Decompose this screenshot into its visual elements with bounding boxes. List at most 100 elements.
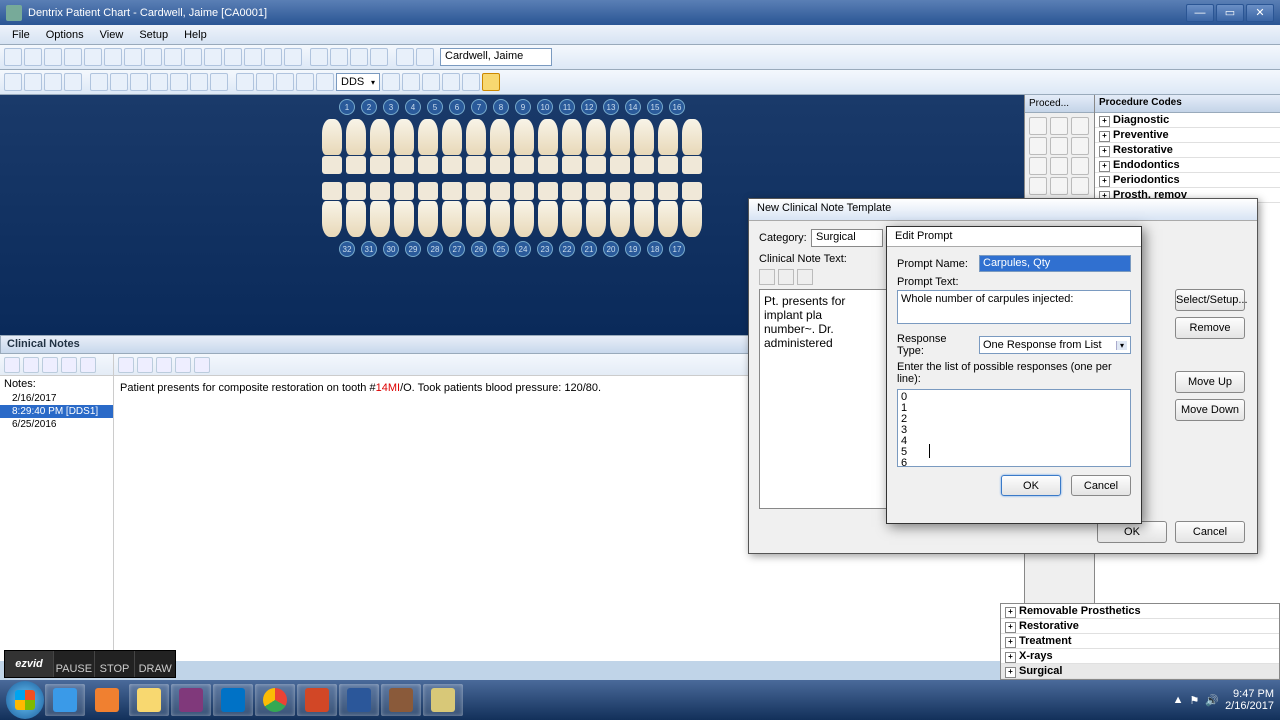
taskbar-app-icon[interactable] <box>381 684 421 716</box>
category-item[interactable]: Restorative <box>1001 619 1279 634</box>
proc-icon[interactable] <box>1029 157 1047 175</box>
tooth[interactable] <box>418 119 438 155</box>
tooth-surface[interactable] <box>514 156 534 174</box>
tooth[interactable] <box>634 119 654 155</box>
note-tool-icon[interactable] <box>80 357 96 373</box>
tooth-surface[interactable] <box>322 156 342 174</box>
menu-options[interactable]: Options <box>38 27 92 43</box>
tooth-number[interactable]: 1 <box>339 99 355 115</box>
tooth-number[interactable]: 27 <box>449 241 465 257</box>
tooth[interactable] <box>514 119 534 155</box>
tool-icon[interactable] <box>204 48 222 66</box>
tool-icon[interactable] <box>402 73 420 91</box>
tooth[interactable] <box>586 201 606 237</box>
tool-icon[interactable] <box>382 73 400 91</box>
taskbar-explorer-icon[interactable] <box>129 684 169 716</box>
tooth-surface[interactable] <box>562 156 582 174</box>
tooth-number[interactable]: 16 <box>669 99 685 115</box>
tray-icon[interactable]: 🔊 <box>1205 694 1219 707</box>
response-list-input[interactable]: 0 1 2 3 4 5 6 <box>897 389 1131 467</box>
tool-icon[interactable] <box>84 48 102 66</box>
proc-icon[interactable] <box>1029 117 1047 135</box>
proc-icon[interactable] <box>1029 177 1047 195</box>
tooth-surface[interactable] <box>370 156 390 174</box>
tool-icon[interactable] <box>4 48 22 66</box>
tooth[interactable] <box>346 201 366 237</box>
tooth-number[interactable]: 17 <box>669 241 685 257</box>
tooth-number[interactable]: 2 <box>361 99 377 115</box>
tooth[interactable] <box>466 201 486 237</box>
prompt-name-input[interactable]: Carpules, Qty <box>979 255 1131 272</box>
tooth-number[interactable]: 9 <box>515 99 531 115</box>
tooth-surface[interactable] <box>322 182 342 200</box>
tooth-surface[interactable] <box>490 182 510 200</box>
tool-icon[interactable] <box>310 48 328 66</box>
tooth-number[interactable]: 24 <box>515 241 531 257</box>
tooth[interactable] <box>682 119 702 155</box>
tooth-surface[interactable] <box>586 182 606 200</box>
note-time-selected[interactable]: 8:29:40 PM [DDS1] <box>0 405 113 418</box>
tooth-number[interactable]: 19 <box>625 241 641 257</box>
tooth-surface[interactable] <box>514 182 534 200</box>
tooth-surface[interactable] <box>658 182 678 200</box>
tool-icon[interactable] <box>330 48 348 66</box>
recorder-pause[interactable]: PAUSE <box>53 651 94 677</box>
tooth-surface[interactable] <box>610 156 630 174</box>
tooth-surface[interactable] <box>466 156 486 174</box>
tool-icon[interactable] <box>110 73 128 91</box>
tool-icon[interactable] <box>164 48 182 66</box>
note-tool-icon[interactable] <box>118 357 134 373</box>
tooth[interactable] <box>370 119 390 155</box>
tooth[interactable] <box>658 201 678 237</box>
close-button[interactable]: ✕ <box>1246 4 1274 22</box>
tool-icon[interactable] <box>316 73 334 91</box>
menu-help[interactable]: Help <box>176 27 215 43</box>
clock[interactable]: 9:47 PM 2/16/2017 <box>1225 688 1274 712</box>
tooth-surface[interactable] <box>442 156 462 174</box>
tooth[interactable] <box>466 119 486 155</box>
tooth-surface[interactable] <box>394 156 414 174</box>
tooth-surface[interactable] <box>346 182 366 200</box>
proc-icon[interactable] <box>1050 157 1068 175</box>
tooth-surface[interactable] <box>610 182 630 200</box>
tooth-number[interactable]: 23 <box>537 241 553 257</box>
tool-icon[interactable] <box>236 73 254 91</box>
prompt-cancel-button[interactable]: Cancel <box>1071 475 1131 496</box>
tooth[interactable] <box>370 201 390 237</box>
tool-icon[interactable] <box>416 48 434 66</box>
response-type-select[interactable]: One Response from List <box>979 336 1131 354</box>
tooth[interactable] <box>418 201 438 237</box>
maximize-button[interactable]: ▭ <box>1216 4 1244 22</box>
tooth-surface[interactable] <box>466 182 486 200</box>
recorder-draw[interactable]: DRAW <box>134 651 175 677</box>
tooth-surface[interactable] <box>418 182 438 200</box>
tool-icon[interactable] <box>104 48 122 66</box>
tool-icon[interactable] <box>130 73 148 91</box>
tooth-number[interactable]: 6 <box>449 99 465 115</box>
tooth-number[interactable]: 21 <box>581 241 597 257</box>
prompt-text-input[interactable]: Whole number of carpules injected: <box>897 290 1131 324</box>
tool-icon[interactable] <box>24 48 42 66</box>
tooth[interactable] <box>658 119 678 155</box>
tool-icon[interactable] <box>244 48 262 66</box>
tool-icon[interactable] <box>190 73 208 91</box>
note-fmt-icon[interactable] <box>759 269 775 285</box>
taskbar-chrome-icon[interactable] <box>255 684 295 716</box>
system-tray[interactable]: ▲ ⚑ 🔊 9:47 PM 2/16/2017 <box>1173 688 1274 712</box>
code-category[interactable]: Restorative <box>1095 143 1280 158</box>
tooth-number[interactable]: 15 <box>647 99 663 115</box>
taskbar-media-icon[interactable] <box>87 684 127 716</box>
code-category[interactable]: Diagnostic <box>1095 113 1280 128</box>
tray-icon[interactable]: ▲ <box>1173 694 1184 706</box>
code-category[interactable]: Periodontics <box>1095 173 1280 188</box>
tooth-number[interactable]: 11 <box>559 99 575 115</box>
tooth-number[interactable]: 14 <box>625 99 641 115</box>
tray-icon[interactable]: ⚑ <box>1189 694 1199 707</box>
taskbar-outlook-icon[interactable] <box>213 684 253 716</box>
tooth[interactable] <box>346 119 366 155</box>
tooth-number[interactable]: 13 <box>603 99 619 115</box>
tooth-surface[interactable] <box>682 156 702 174</box>
tooth-surface[interactable] <box>442 182 462 200</box>
proc-icon[interactable] <box>1071 117 1089 135</box>
tooth-surface[interactable] <box>682 182 702 200</box>
